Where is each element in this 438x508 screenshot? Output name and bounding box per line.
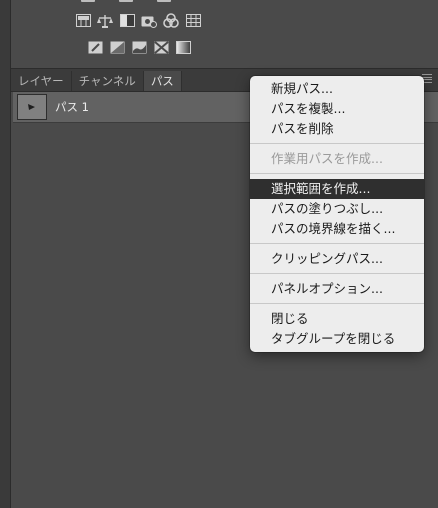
menu-item-make-selection[interactable]: 選択範囲を作成... bbox=[250, 179, 424, 199]
cropped-icon-row bbox=[81, 0, 171, 2]
menu-item-delete-path[interactable]: パスを削除 bbox=[250, 119, 424, 139]
gradient-map-icon[interactable] bbox=[175, 40, 191, 55]
menu-separator bbox=[250, 243, 424, 244]
menu-separator bbox=[250, 143, 424, 144]
path-shape-icon bbox=[28, 104, 35, 110]
left-dock-strip bbox=[0, 0, 11, 508]
menu-item-close[interactable]: 閉じる bbox=[250, 309, 424, 329]
menu-item-stroke-path[interactable]: パスの境界線を描く... bbox=[250, 219, 424, 239]
cropped-icon bbox=[81, 0, 95, 2]
cropped-icon bbox=[157, 0, 171, 2]
selective-color-icon[interactable] bbox=[153, 40, 169, 55]
menu-item-panel-options[interactable]: パネルオプション... bbox=[250, 279, 424, 299]
black-white-icon[interactable] bbox=[119, 13, 135, 28]
color-lookup-icon[interactable] bbox=[185, 13, 201, 28]
menu-item-close-tab-group[interactable]: タブグループを閉じる bbox=[250, 329, 424, 349]
photo-filter-icon[interactable] bbox=[141, 13, 157, 28]
color-balance-icon[interactable] bbox=[97, 13, 113, 28]
menu-item-clipping-path[interactable]: クリッピングパス... bbox=[250, 249, 424, 269]
menu-item-fill-path[interactable]: パスの塗りつぶし... bbox=[250, 199, 424, 219]
adjustments-row-1 bbox=[75, 13, 201, 28]
levels-icon[interactable] bbox=[75, 13, 91, 28]
invert-icon[interactable] bbox=[87, 40, 103, 55]
tab-paths[interactable]: パス bbox=[143, 71, 182, 91]
adjustments-row-2 bbox=[87, 40, 191, 55]
path-thumbnail bbox=[17, 94, 47, 120]
menu-item-duplicate-path[interactable]: パスを複製... bbox=[250, 99, 424, 119]
cropped-icon bbox=[119, 0, 133, 2]
threshold-icon[interactable] bbox=[131, 40, 147, 55]
menu-separator bbox=[250, 173, 424, 174]
adjustments-panel bbox=[11, 0, 438, 68]
tab-channels[interactable]: チャンネル bbox=[72, 71, 144, 91]
menu-separator bbox=[250, 303, 424, 304]
menu-separator bbox=[250, 273, 424, 274]
path-name: パス 1 bbox=[55, 100, 89, 114]
channel-mixer-icon[interactable] bbox=[163, 13, 179, 28]
posterize-icon[interactable] bbox=[109, 40, 125, 55]
menu-item-new-path[interactable]: 新規パス... bbox=[250, 79, 424, 99]
panel-context-menu: 新規パス... パスを複製... パスを削除 作業用パスを作成... 選択範囲を… bbox=[250, 76, 424, 352]
tab-layers[interactable]: レイヤー bbox=[11, 71, 72, 91]
menu-item-make-work-path: 作業用パスを作成... bbox=[271, 151, 383, 166]
